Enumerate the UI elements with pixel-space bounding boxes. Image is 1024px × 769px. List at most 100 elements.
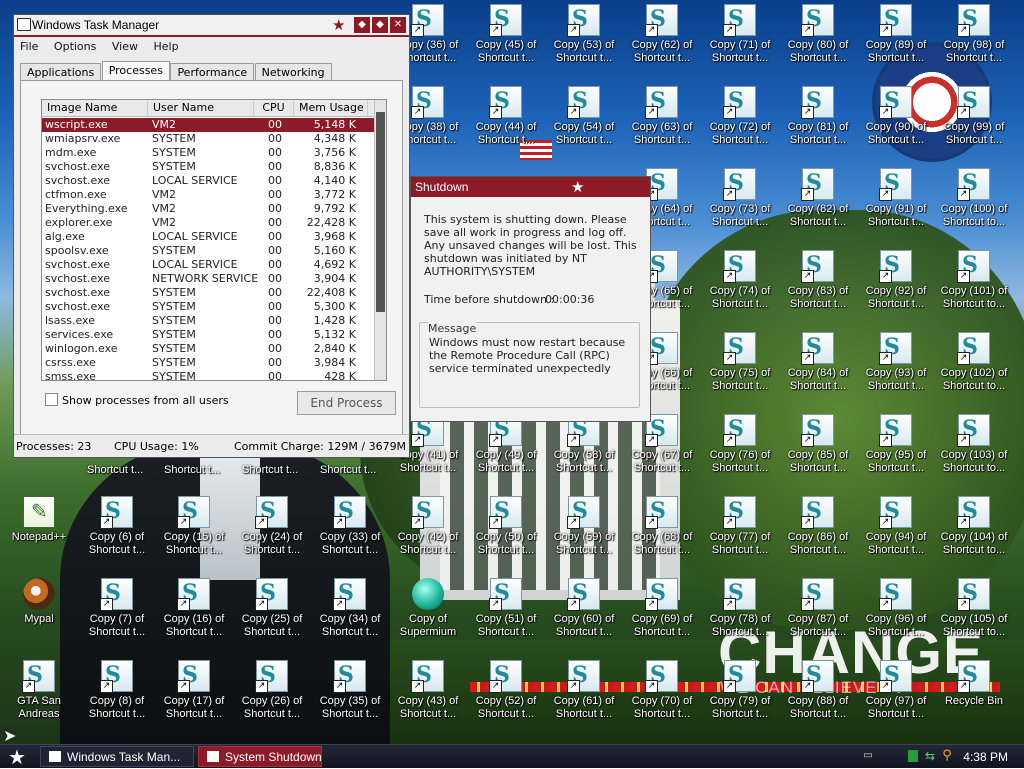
- desktop-icon[interactable]: Copy (26) of Shortcut t...: [233, 660, 311, 730]
- desktop-icon[interactable]: Copy (99) of Shortcut t...: [935, 86, 1013, 156]
- task-manager-titlebar[interactable]: Windows Task Manager ★ ◆ ◆ ✕: [14, 15, 409, 37]
- keyboard-icon[interactable]: ▭: [862, 750, 874, 762]
- desktop-icon[interactable]: Copy (80) of Shortcut t...: [779, 4, 857, 74]
- desktop-icon[interactable]: Copy (75) of Shortcut t...: [701, 332, 779, 402]
- desktop-icon[interactable]: Copy (102) of Shortcut to...: [935, 332, 1013, 402]
- desktop-icon[interactable]: Copy (101) of Shortcut to...: [935, 250, 1013, 320]
- desktop-icon[interactable]: Mypal: [0, 578, 78, 648]
- process-row[interactable]: winlogon.exe SYSTEM 00 2,840 K: [42, 342, 376, 356]
- scrollbar-thumb[interactable]: [376, 112, 385, 312]
- desktop-icon[interactable]: Recycle Bin: [935, 660, 1013, 730]
- desktop-icon[interactable]: Copy (68) of Shortcut t...: [623, 496, 701, 566]
- close-button[interactable]: ✕: [390, 17, 406, 33]
- desktop-icon[interactable]: Copy (76) of Shortcut t...: [701, 414, 779, 484]
- desktop-icon[interactable]: Copy (71) of Shortcut t...: [701, 4, 779, 74]
- tab-processes[interactable]: Processes: [101, 61, 170, 82]
- desktop-icon[interactable]: Copy (97) of Shortcut t...: [857, 660, 935, 730]
- desktop-icon[interactable]: Copy (35) of Shortcut t...: [311, 660, 389, 730]
- taskbar-button-system-shutdown[interactable]: System Shutdown: [198, 746, 322, 767]
- desktop-icon[interactable]: Copy (51) of Shortcut t...: [467, 578, 545, 648]
- desktop-icon[interactable]: Copy (105) of Shortcut to...: [935, 578, 1013, 648]
- process-row[interactable]: lsass.exe SYSTEM 00 1,428 K: [42, 314, 376, 328]
- show-all-processes-checkbox[interactable]: Show processes from all users: [45, 393, 229, 407]
- desktop-icon[interactable]: Copy (90) of Shortcut t...: [857, 86, 935, 156]
- process-row[interactable]: svchost.exe NETWORK SERVICE 00 3,904 K: [42, 272, 376, 286]
- desktop-icon[interactable]: Copy (70) of Shortcut t...: [623, 660, 701, 730]
- process-row[interactable]: svchost.exe LOCAL SERVICE 00 4,692 K: [42, 258, 376, 272]
- desktop-icon[interactable]: Copy (16) of Shortcut t...: [155, 578, 233, 648]
- desktop-icon[interactable]: Copy (8) of Shortcut t...: [78, 660, 156, 730]
- desktop-icon[interactable]: Copy (7) of Shortcut t...: [78, 578, 156, 648]
- desktop-icon[interactable]: Copy (77) of Shortcut t...: [701, 496, 779, 566]
- process-row[interactable]: wscript.exe VM2 00 5,148 K: [42, 118, 376, 132]
- desktop-icon[interactable]: Copy (94) of Shortcut t...: [857, 496, 935, 566]
- process-list-scrollbar[interactable]: [374, 100, 386, 380]
- desktop-icon[interactable]: Copy (86) of Shortcut t...: [779, 496, 857, 566]
- menu-file[interactable]: File: [20, 37, 38, 57]
- column-cpu[interactable]: CPU: [254, 100, 294, 116]
- desktop-icon[interactable]: Copy (25) of Shortcut t...: [233, 578, 311, 648]
- checkbox-box[interactable]: [45, 393, 58, 406]
- process-row[interactable]: spoolsv.exe SYSTEM 00 5,160 K: [42, 244, 376, 258]
- desktop-icon[interactable]: Notepad++: [0, 496, 78, 566]
- process-row[interactable]: smss.exe SYSTEM 00 428 K: [42, 370, 376, 380]
- desktop-icon[interactable]: Copy (67) of Shortcut t...: [623, 414, 701, 484]
- desktop-icon[interactable]: Copy (17) of Shortcut t...: [155, 660, 233, 730]
- desktop-icon[interactable]: Copy (91) of Shortcut t...: [857, 168, 935, 238]
- desktop-icon[interactable]: Copy (72) of Shortcut t...: [701, 86, 779, 156]
- maximize-button[interactable]: ◆: [372, 17, 388, 33]
- desktop-icon[interactable]: Copy (93) of Shortcut t...: [857, 332, 935, 402]
- process-row[interactable]: svchost.exe LOCAL SERVICE 00 4,140 K: [42, 174, 376, 188]
- desktop-icon[interactable]: Copy (79) of Shortcut t...: [701, 660, 779, 730]
- desktop-icon[interactable]: Copy (73) of Shortcut t...: [701, 168, 779, 238]
- desktop-icon[interactable]: Copy (58) of Shortcut t...: [545, 414, 623, 484]
- search-icon[interactable]: ⚲: [941, 749, 953, 762]
- desktop-icon[interactable]: Copy (69) of Shortcut t...: [623, 578, 701, 648]
- desktop-icon[interactable]: Copy (59) of Shortcut t...: [545, 496, 623, 566]
- desktop-icon[interactable]: Copy (78) of Shortcut t...: [701, 578, 779, 648]
- desktop-icon[interactable]: Copy (98) of Shortcut t...: [935, 4, 1013, 74]
- desktop-icon[interactable]: Copy (88) of Shortcut t...: [779, 660, 857, 730]
- desktop-icon[interactable]: Copy (15) of Shortcut t...: [155, 496, 233, 566]
- desktop-icon[interactable]: Copy (60) of Shortcut t...: [545, 578, 623, 648]
- desktop-icon[interactable]: Copy (44) of Shortcut t...: [467, 86, 545, 156]
- desktop-icon[interactable]: Copy (95) of Shortcut t...: [857, 414, 935, 484]
- desktop-icon[interactable]: Copy (43) of Shortcut t...: [389, 660, 467, 730]
- desktop-icon[interactable]: Copy (96) of Shortcut t...: [857, 578, 935, 648]
- process-row[interactable]: csrss.exe SYSTEM 00 3,984 K: [42, 356, 376, 370]
- process-row[interactable]: Everything.exe VM2 00 9,792 K: [42, 202, 376, 216]
- network-icon[interactable]: ⇆: [924, 750, 936, 762]
- minimize-button[interactable]: ◆: [354, 17, 370, 33]
- desktop-icon[interactable]: GTA San Andreas: [0, 660, 78, 730]
- task-manager-window[interactable]: Windows Task Manager ★ ◆ ◆ ✕ File Option…: [13, 14, 410, 458]
- menu-help[interactable]: Help: [153, 37, 178, 57]
- process-row[interactable]: ctfmon.exe VM2 00 3,772 K: [42, 188, 376, 202]
- menu-options[interactable]: Options: [54, 37, 96, 57]
- desktop-icon[interactable]: Copy (84) of Shortcut t...: [779, 332, 857, 402]
- taskbar-button-task-manager[interactable]: Windows Task Man...: [40, 746, 194, 767]
- desktop-icon[interactable]: Copy (33) of Shortcut t...: [311, 496, 389, 566]
- tray-app-icon[interactable]: [908, 750, 918, 762]
- desktop-icon[interactable]: Copy (6) of Shortcut t...: [78, 496, 156, 566]
- desktop-icon[interactable]: Copy (53) of Shortcut t...: [545, 4, 623, 74]
- desktop-icon[interactable]: Copy (85) of Shortcut t...: [779, 414, 857, 484]
- desktop-icon[interactable]: Copy (54) of Shortcut t...: [545, 86, 623, 156]
- end-process-button[interactable]: End Process: [297, 391, 396, 415]
- desktop-icon[interactable]: Copy (62) of Shortcut t...: [623, 4, 701, 74]
- desktop-icon[interactable]: Copy (52) of Shortcut t...: [467, 660, 545, 730]
- desktop-icon[interactable]: Copy (34) of Shortcut t...: [311, 578, 389, 648]
- desktop-icon[interactable]: Copy of Supermium: [389, 578, 467, 648]
- shutdown-dialog[interactable]: Shutdown ★ This system is shutting down.…: [410, 176, 651, 422]
- desktop-icon[interactable]: Copy (81) of Shortcut t...: [779, 86, 857, 156]
- process-row[interactable]: services.exe SYSTEM 00 5,132 K: [42, 328, 376, 342]
- desktop-icon[interactable]: Copy (89) of Shortcut t...: [857, 4, 935, 74]
- process-row[interactable]: wmiapsrv.exe SYSTEM 00 4,348 K: [42, 132, 376, 146]
- menu-view[interactable]: View: [112, 37, 138, 57]
- desktop-icon[interactable]: Copy (63) of Shortcut t...: [623, 86, 701, 156]
- desktop-icon[interactable]: Copy (83) of Shortcut t...: [779, 250, 857, 320]
- process-row[interactable]: alg.exe LOCAL SERVICE 00 3,968 K: [42, 230, 376, 244]
- process-list[interactable]: Image Name User Name CPU Mem Usage wscri…: [41, 99, 387, 381]
- column-user-name[interactable]: User Name: [148, 100, 254, 116]
- clock[interactable]: 4:38 PM: [963, 750, 1008, 764]
- desktop-icon[interactable]: Copy (82) of Shortcut t...: [779, 168, 857, 238]
